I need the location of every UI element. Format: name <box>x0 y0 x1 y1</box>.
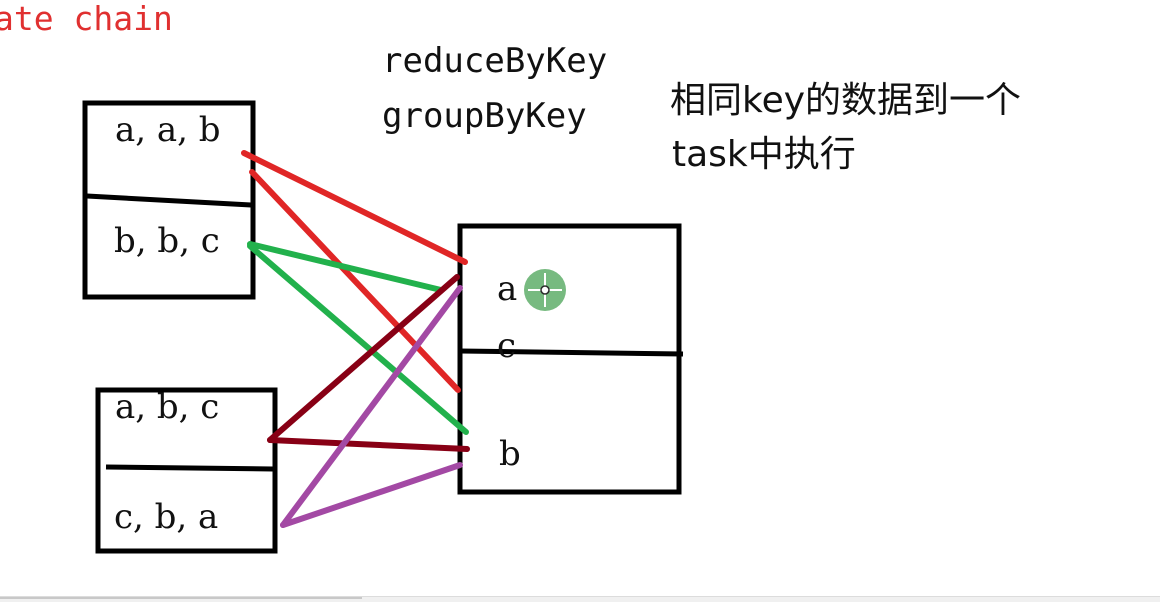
shuffle-line-purple-2 <box>280 462 463 528</box>
shuffle-line-red-1 <box>241 150 468 265</box>
upstream-box-1-divider <box>86 193 252 208</box>
upstream-box-2-divider <box>105 464 274 472</box>
diagram-canvas: ate chain reduceByKey groupByKey 相同key的数… <box>0 0 1160 602</box>
upstream-partition-4-label: c, b, a <box>114 497 219 537</box>
note-line-2: task中执行 <box>672 134 856 175</box>
downstream-box-divider <box>459 348 684 357</box>
upstream-partition-1-label: a, a, b <box>115 110 221 150</box>
move-crosshair-icon <box>524 269 566 311</box>
upstream-partition-3-label: a, b, c <box>115 387 220 427</box>
downstream-key-c-label: c <box>497 326 517 366</box>
bottom-scrollbar[interactable] <box>0 596 1160 602</box>
operation-reducebykey: reduceByKey <box>382 41 608 81</box>
note-line-1: 相同key的数据到一个 <box>670 80 1022 121</box>
shuffle-line-green-2 <box>247 243 469 435</box>
downstream-box <box>457 223 682 495</box>
bottom-scrollbar-thumb[interactable] <box>0 597 362 599</box>
shuffle-line-darkred-2 <box>267 437 470 452</box>
operation-groupbykey: groupByKey <box>382 96 587 136</box>
upstream-partition-2-label: b, b, c <box>114 221 220 261</box>
downstream-key-a-label: a <box>497 269 518 309</box>
downstream-key-b-label: b <box>499 434 521 474</box>
title-fragment: ate chain <box>0 0 173 38</box>
